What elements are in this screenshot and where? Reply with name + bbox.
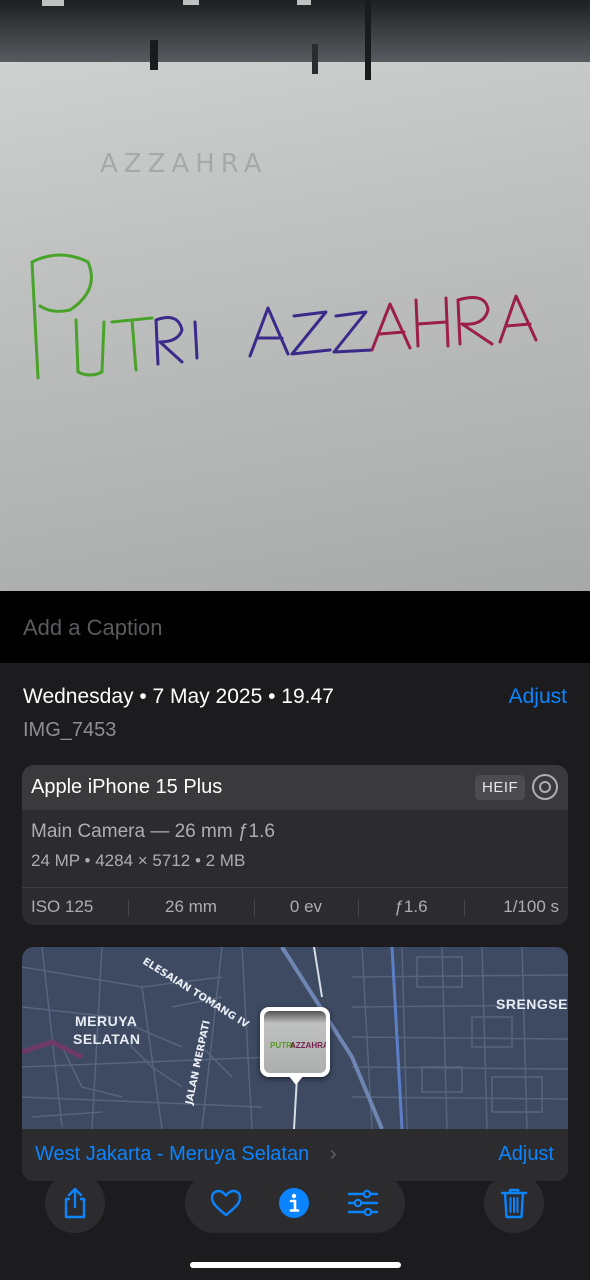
exif-row: ISO 125 26 mm 0 ev ƒ1.6 1/100 s — [22, 887, 568, 925]
adjust-date-button[interactable]: Adjust — [509, 685, 567, 709]
delete-button[interactable] — [484, 1173, 544, 1233]
heart-icon — [210, 1189, 242, 1217]
exif-iso: ISO 125 — [31, 896, 94, 916]
exif-focal-length: 26 mm — [128, 897, 254, 917]
svg-text:AZZAHRA: AZZAHRA — [100, 149, 268, 179]
edit-button[interactable] — [345, 1185, 381, 1221]
share-icon — [64, 1187, 86, 1219]
caption-placeholder[interactable]: Add a Caption — [23, 615, 162, 641]
info-button[interactable] — [276, 1185, 312, 1221]
location-link[interactable]: West Jakarta - Meruya Selatan — [35, 1143, 309, 1166]
photo-actions-group — [185, 1173, 405, 1233]
camera-info-card: Apple iPhone 15 Plus HEIF Main Camera — … — [22, 765, 568, 925]
lens-info: Main Camera — 26 mm ƒ1.6 — [31, 821, 275, 842]
share-button[interactable] — [45, 1173, 105, 1233]
device-name: Apple iPhone 15 Plus — [31, 776, 223, 798]
favorite-button[interactable] — [208, 1185, 244, 1221]
location-map[interactable]: ELESAIAN TOMANG IV JALAN MERPATI MERUYA … — [22, 947, 568, 1181]
capture-date: Wednesday • 7 May 2025 • 19.47 — [23, 685, 334, 708]
trash-icon — [500, 1188, 528, 1219]
map-label-meruya: MERUYA — [75, 1013, 138, 1029]
home-indicator[interactable] — [190, 1262, 401, 1268]
live-photo-icon[interactable] — [532, 774, 558, 800]
map-photo-pin[interactable]: PUTRI AZZAHRA — [260, 1007, 330, 1085]
camera-card-header: Apple iPhone 15 Plus HEIF — [22, 765, 568, 810]
map-label-srengseng: SRENGSEN — [496, 996, 568, 1012]
exif-aperture: ƒ1.6 — [358, 897, 464, 917]
format-badge: HEIF — [475, 775, 526, 800]
exif-shutter-speed: 1/100 s — [464, 897, 568, 917]
map-photo-thumbnail: PUTRI AZZAHRA — [264, 1011, 326, 1073]
map-pin-tail — [288, 1075, 304, 1085]
file-name: IMG_7453 — [23, 719, 117, 741]
info-icon — [279, 1188, 309, 1218]
photo-viewer[interactable]: AZZAHRA — [0, 0, 590, 591]
chevron-right-icon: › — [330, 1143, 337, 1165]
caption-bar[interactable]: Add a Caption — [0, 591, 590, 663]
adjust-location-button[interactable]: Adjust — [498, 1143, 554, 1166]
map-label-selatan: SELATAN — [73, 1031, 141, 1047]
photo-handwriting: AZZAHRA — [30, 0, 538, 380]
sliders-icon — [347, 1189, 379, 1217]
image-specs: 24 MP • 4284 × 5712 • 2 MB — [31, 851, 246, 870]
exif-exposure-value: 0 ev — [254, 897, 358, 917]
